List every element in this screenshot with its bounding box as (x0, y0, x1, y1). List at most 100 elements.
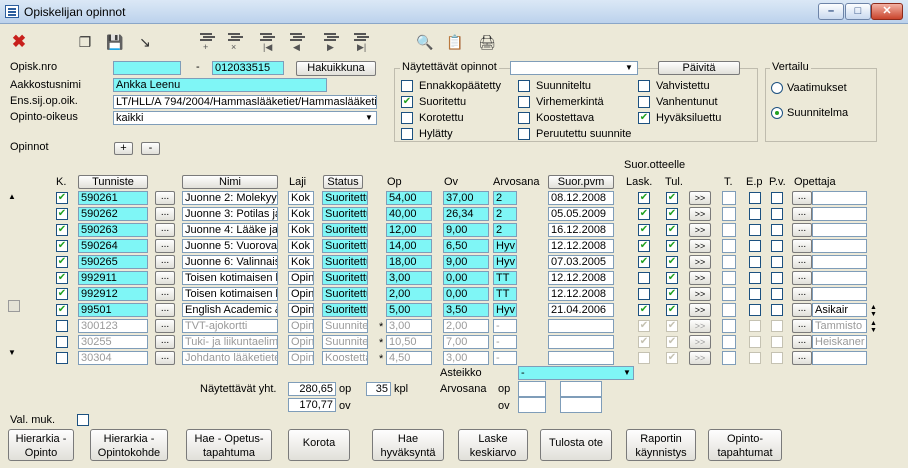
chevron-down-icon[interactable] (518, 336, 532, 348)
bottom-button-raportin-kaynnistys[interactable]: Raportin käynnistys (626, 429, 696, 461)
row-arvosana[interactable]: 2 (493, 223, 517, 237)
row-teacher-lookup-button[interactable]: ... (792, 191, 812, 205)
row-arvosana[interactable]: Hyv (493, 239, 517, 253)
row-tul-checkbox[interactable]: ✔ (666, 240, 678, 252)
row-arvosana[interactable]: Hyv (493, 303, 517, 317)
row-ep-checkbox[interactable] (749, 272, 761, 284)
row-lask-checkbox[interactable]: ✔ (638, 320, 650, 332)
row-status[interactable]: Suoritettu (322, 255, 368, 269)
col-tunniste-button[interactable]: Tunniste (78, 175, 148, 189)
row-k-checkbox[interactable]: ✔ (56, 288, 68, 300)
spinner-up-icon[interactable]: ▲ (870, 304, 877, 311)
bottom-button-opinto-tapahtumat[interactable]: Opinto-tapahtumat (708, 429, 782, 461)
row-t-field[interactable] (722, 319, 736, 333)
row-arvosana[interactable]: - (493, 335, 517, 349)
row-t-field[interactable] (722, 335, 736, 349)
export-icon[interactable]: ↘ (134, 33, 156, 51)
row-tunniste[interactable]: 99501 (78, 303, 148, 317)
row-suor-pvm[interactable] (548, 351, 614, 365)
row-arvosana[interactable]: - (493, 319, 517, 333)
row-ep-checkbox[interactable] (749, 224, 761, 236)
chevron-down-icon[interactable] (518, 352, 532, 364)
row-opettaja[interactable] (812, 223, 867, 237)
row-t-field[interactable] (722, 303, 736, 317)
row-laji[interactable]: Kok (288, 223, 314, 237)
paivita-button[interactable]: Päivitä (658, 61, 740, 75)
row-op[interactable]: 3,00 (386, 271, 432, 285)
row-tunniste[interactable]: 590261 (78, 191, 148, 205)
row-arvosana[interactable]: TT (493, 271, 517, 285)
first-record-icon[interactable]: |◀ (256, 30, 278, 52)
row-details-button[interactable]: >> (689, 287, 711, 301)
row-tul-checkbox[interactable]: ✔ (666, 224, 678, 236)
row-nimi[interactable]: TVT-ajokortti (182, 319, 278, 333)
bottom-button-hae-opetus-tapahtuma[interactable]: Hae - Opetus-tapahtuma (186, 429, 272, 461)
row-op[interactable]: 54,00 (386, 191, 432, 205)
row-teacher-lookup-button[interactable]: ... (792, 335, 812, 349)
row-tul-checkbox[interactable]: ✔ (666, 208, 678, 220)
row-nimi[interactable]: Tuki- ja liikuntaelimis (182, 335, 278, 349)
chevron-down-icon[interactable] (518, 256, 532, 268)
chevron-down-icon[interactable] (518, 272, 532, 284)
chevron-down-icon[interactable] (518, 192, 532, 204)
row-details-button[interactable]: >> (689, 303, 711, 317)
ens-sij-input[interactable]: LT/HLL/A 794/2004/Hammaslääketiet/Hammas… (113, 95, 377, 109)
save-icon[interactable]: 💾 (104, 33, 126, 51)
row-teacher-lookup-button[interactable]: ... (792, 287, 812, 301)
row-k-checkbox[interactable]: ✔ (56, 304, 68, 316)
scroll-thumb[interactable] (8, 300, 20, 312)
filter-vanhentunut-checkbox[interactable] (638, 96, 650, 108)
row-opettaja[interactable] (812, 239, 867, 253)
row-nimi[interactable]: Juonne 2: Molekyyl (182, 191, 278, 205)
row-laji[interactable]: Kok (288, 207, 314, 221)
row-op[interactable]: 2,00 (386, 287, 432, 301)
row-details-button[interactable]: >> (689, 319, 711, 333)
row-status[interactable]: Suoritettu (322, 191, 368, 205)
row-tunniste-lookup-button[interactable]: ... (155, 255, 175, 269)
row-teacher-lookup-button[interactable]: ... (792, 223, 812, 237)
print-icon[interactable]: 🖨 (476, 33, 498, 51)
chevron-down-icon[interactable]: ▼ (620, 367, 634, 379)
row-arvosana[interactable]: - (493, 351, 517, 365)
row-pv-checkbox[interactable] (771, 288, 783, 300)
row-tunniste[interactable]: 590264 (78, 239, 148, 253)
chevron-down-icon[interactable] (518, 224, 532, 236)
row-tunniste[interactable]: 992912 (78, 287, 148, 301)
row-teacher-lookup-button[interactable]: ... (792, 255, 812, 269)
row-suor-pvm[interactable]: 05.05.2009 (548, 207, 614, 221)
row-op[interactable]: 40,00 (386, 207, 432, 221)
hakuikkuna-button[interactable]: Hakuikkuna (296, 61, 376, 76)
row-laji[interactable]: Kok (288, 239, 314, 253)
row-lask-checkbox[interactable]: ✔ (638, 224, 650, 236)
row-tunniste-lookup-button[interactable]: ... (155, 287, 175, 301)
row-tunniste-lookup-button[interactable]: ... (155, 223, 175, 237)
row-tunniste-lookup-button[interactable]: ... (155, 239, 175, 253)
row-arvosana[interactable]: 2 (493, 207, 517, 221)
row-t-field[interactable] (722, 351, 736, 365)
row-status[interactable]: Koostetta (322, 351, 368, 365)
chevron-down-icon[interactable] (518, 320, 532, 332)
row-tul-checkbox[interactable]: ✔ (666, 272, 678, 284)
row-lask-checkbox[interactable] (638, 272, 650, 284)
row-k-checkbox[interactable]: ✔ (56, 240, 68, 252)
row-nimi[interactable]: Toisen kotimaisen k (182, 287, 278, 301)
compare-suunnitelma-radio[interactable] (771, 107, 783, 119)
row-t-field[interactable] (722, 271, 736, 285)
row-t-field[interactable] (722, 191, 736, 205)
row-lask-checkbox[interactable]: ✔ (638, 240, 650, 252)
row-details-button[interactable]: >> (689, 223, 711, 237)
row-tul-checkbox[interactable]: ✔ (666, 320, 678, 332)
filter-vahvistettu-checkbox[interactable] (638, 80, 650, 92)
row-tunniste-lookup-button[interactable]: ... (155, 303, 175, 317)
row-ep-checkbox[interactable] (749, 240, 761, 252)
search-icon[interactable]: 🔍 (414, 33, 436, 51)
row-ov[interactable]: 7,00 (443, 335, 489, 349)
copy-data-icon[interactable]: 📋 (444, 33, 466, 51)
spinner-down-icon[interactable]: ▼ (870, 327, 877, 334)
row-suor-pvm[interactable] (548, 319, 614, 333)
row-suor-pvm[interactable] (548, 335, 614, 349)
row-tul-checkbox[interactable]: ✔ (666, 352, 678, 364)
filter-virhemerkinta-checkbox[interactable] (518, 96, 530, 108)
row-op[interactable]: 10,50 (386, 335, 432, 349)
previous-record-icon[interactable]: ◀ (286, 30, 308, 52)
